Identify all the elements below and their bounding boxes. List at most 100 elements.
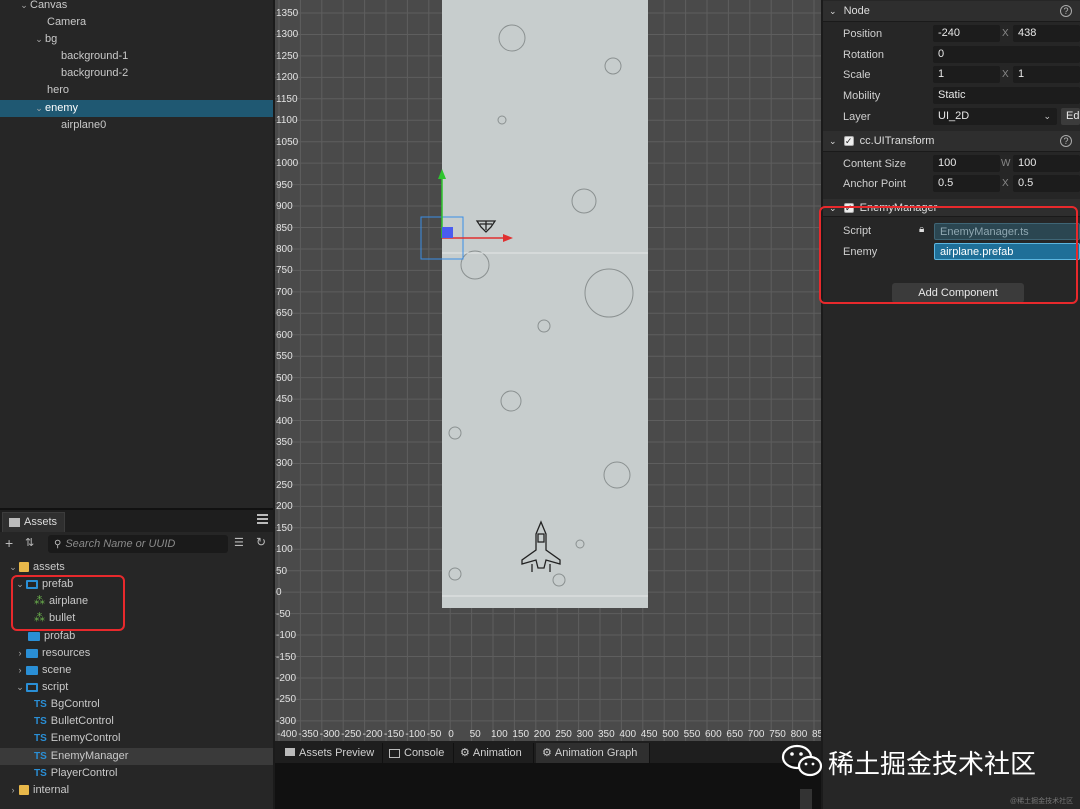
y-tick-label: 300	[276, 458, 293, 470]
asset-item-internal[interactable]: › internal	[0, 782, 273, 799]
move-gizmo[interactable]	[419, 165, 519, 265]
asset-item-script[interactable]: ⌄ script	[0, 679, 273, 696]
enabled-checkbox[interactable]: ✓	[843, 136, 854, 147]
asset-item-playercontrol[interactable]: TS PlayerControl	[0, 765, 273, 782]
asset-item-bgcontrol[interactable]: TS BgControl	[0, 696, 273, 713]
folder-icon	[9, 517, 20, 527]
typescript-icon: TS	[34, 768, 47, 779]
tree-item-enemy[interactable]: ⌄ enemy	[0, 100, 273, 117]
tree-item-label: bg	[45, 33, 58, 45]
search-box: ⚲	[48, 535, 228, 553]
asset-item-assets[interactable]: ⌄ assets	[0, 559, 273, 576]
menu-icon[interactable]	[257, 514, 268, 524]
database-icon	[19, 785, 29, 796]
y-tick-label: 200	[276, 501, 293, 513]
position-label: Position	[843, 28, 883, 40]
hero-sprite[interactable]	[518, 520, 564, 576]
tree-item-bg[interactable]: ⌄ bg	[0, 31, 273, 48]
tree-item-background-1[interactable]: background-1	[0, 48, 273, 65]
axis-y-label: X	[1002, 28, 1009, 39]
x-tick-label: -200	[362, 729, 383, 740]
chevron-down-icon[interactable]: ⌄	[33, 31, 45, 48]
tree-item-background-2[interactable]: background-2	[0, 65, 273, 82]
anchor-y-field[interactable]: 0.5	[1013, 175, 1080, 192]
y-tick-label: 500	[276, 372, 293, 384]
asset-item-enemycontrol[interactable]: TS EnemyControl	[0, 730, 273, 747]
chevron-down-icon[interactable]: ⌄	[14, 679, 26, 696]
y-tick-label: 250	[276, 479, 293, 491]
asset-item-scene[interactable]: › scene	[0, 662, 273, 679]
tab-animation[interactable]: ⚙ Animation	[454, 743, 534, 763]
asset-label: assets	[33, 561, 65, 573]
tab-assets-preview[interactable]: Assets Preview	[279, 743, 383, 763]
tab-console[interactable]: Console	[383, 743, 454, 763]
y-tick-label: 150	[276, 522, 293, 534]
scale-x-field[interactable]: 1	[933, 66, 1000, 83]
tab-animation-graph[interactable]: ⚙ Animation Graph	[536, 743, 650, 763]
mobility-select[interactable]: Static	[933, 87, 1080, 104]
scale-y-field[interactable]: 1	[1013, 66, 1080, 83]
hierarchy-panel: ⌄ Canvas Camera ⌄ bg background-1 backgrou…	[0, 0, 273, 508]
tree-item-label: background-2	[61, 67, 129, 79]
chevron-down-icon[interactable]: ⌄	[7, 559, 19, 576]
section-title: Node	[843, 5, 870, 17]
help-icon[interactable]: ?	[1060, 5, 1072, 17]
x-tick-label: 700	[747, 729, 765, 740]
chevron-down-icon: ⌄	[1043, 111, 1051, 121]
search-input[interactable]	[65, 538, 216, 550]
edit-layer-button[interactable]: Ed	[1061, 108, 1080, 125]
asset-label: EnemyManager	[50, 750, 129, 762]
tab-assets[interactable]: Assets	[2, 512, 65, 532]
x-tick-label: 500	[662, 729, 679, 740]
asset-item-resources[interactable]: › resources	[0, 645, 273, 662]
rotation-field[interactable]: 0	[933, 46, 1080, 63]
tree-item-camera[interactable]: Camera	[0, 14, 273, 31]
tree-item-hero[interactable]: hero	[0, 82, 273, 99]
assets-tab-bar: Assets	[0, 510, 273, 532]
section-header-node[interactable]: ⌄ Node ?	[823, 1, 1080, 22]
height-field[interactable]: 100	[1013, 155, 1080, 172]
layer-select[interactable]: UI_2D ⌄	[933, 108, 1057, 125]
sort-icon[interactable]: ⇅	[25, 536, 34, 549]
refresh-icon[interactable]: ↻	[256, 535, 266, 549]
scene-view[interactable]: 1350 1300 1250 1200 1150 1100 1050 1000 950 900 85…	[275, 0, 821, 741]
add-icon[interactable]: +	[5, 535, 13, 551]
mobility-label: Mobility	[843, 90, 881, 102]
anchor-x-field[interactable]: 0.5	[933, 175, 1000, 192]
x-tick-label: 0	[448, 729, 454, 740]
help-icon[interactable]: ?	[1060, 135, 1072, 147]
y-arrow-icon[interactable]	[438, 169, 446, 179]
section-header-uitransform[interactable]: ⌄ ✓ cc.UITransform ?	[823, 131, 1080, 152]
chevron-right-icon[interactable]: ›	[14, 662, 26, 679]
filter-icon[interactable]: ☰	[234, 536, 244, 549]
tree-item-canvas[interactable]: ⌄ Canvas	[0, 0, 273, 14]
asteroid	[448, 426, 462, 440]
typescript-icon: TS	[34, 699, 47, 710]
chevron-down-icon[interactable]: ⌄	[829, 136, 837, 146]
scrollbar[interactable]	[800, 789, 812, 809]
graph-icon: ⚙	[542, 747, 552, 759]
asteroid	[604, 57, 622, 75]
y-tick-label: 900	[276, 201, 293, 213]
y-tick-label: 450	[276, 394, 293, 406]
typescript-icon: TS	[34, 733, 47, 744]
asset-item-bulletcontrol[interactable]: TS BulletControl	[0, 713, 273, 730]
position-y-field[interactable]: 438	[1013, 25, 1080, 42]
content-size-label: Content Size	[843, 158, 906, 170]
x-arrow-icon[interactable]	[503, 234, 513, 242]
chevron-right-icon[interactable]: ›	[7, 782, 19, 799]
position-x-field[interactable]: -240	[933, 25, 1000, 42]
chevron-down-icon[interactable]: ⌄	[829, 6, 837, 16]
folder-icon	[26, 665, 38, 675]
y-tick-label: -200	[276, 672, 297, 684]
chevron-down-icon[interactable]: ⌄	[18, 0, 30, 14]
tab-label: Assets	[24, 516, 58, 528]
xy-plane-handle[interactable]	[442, 227, 453, 238]
asset-item-enemymanager[interactable]: TS EnemyManager	[0, 748, 273, 765]
chevron-right-icon[interactable]: ›	[14, 645, 26, 662]
asteroid	[497, 115, 507, 125]
axis-label: X	[1002, 69, 1009, 80]
width-field[interactable]: 100	[933, 155, 1000, 172]
tree-item-airplane0[interactable]: airplane0	[0, 117, 273, 134]
chevron-down-icon[interactable]: ⌄	[33, 100, 45, 117]
